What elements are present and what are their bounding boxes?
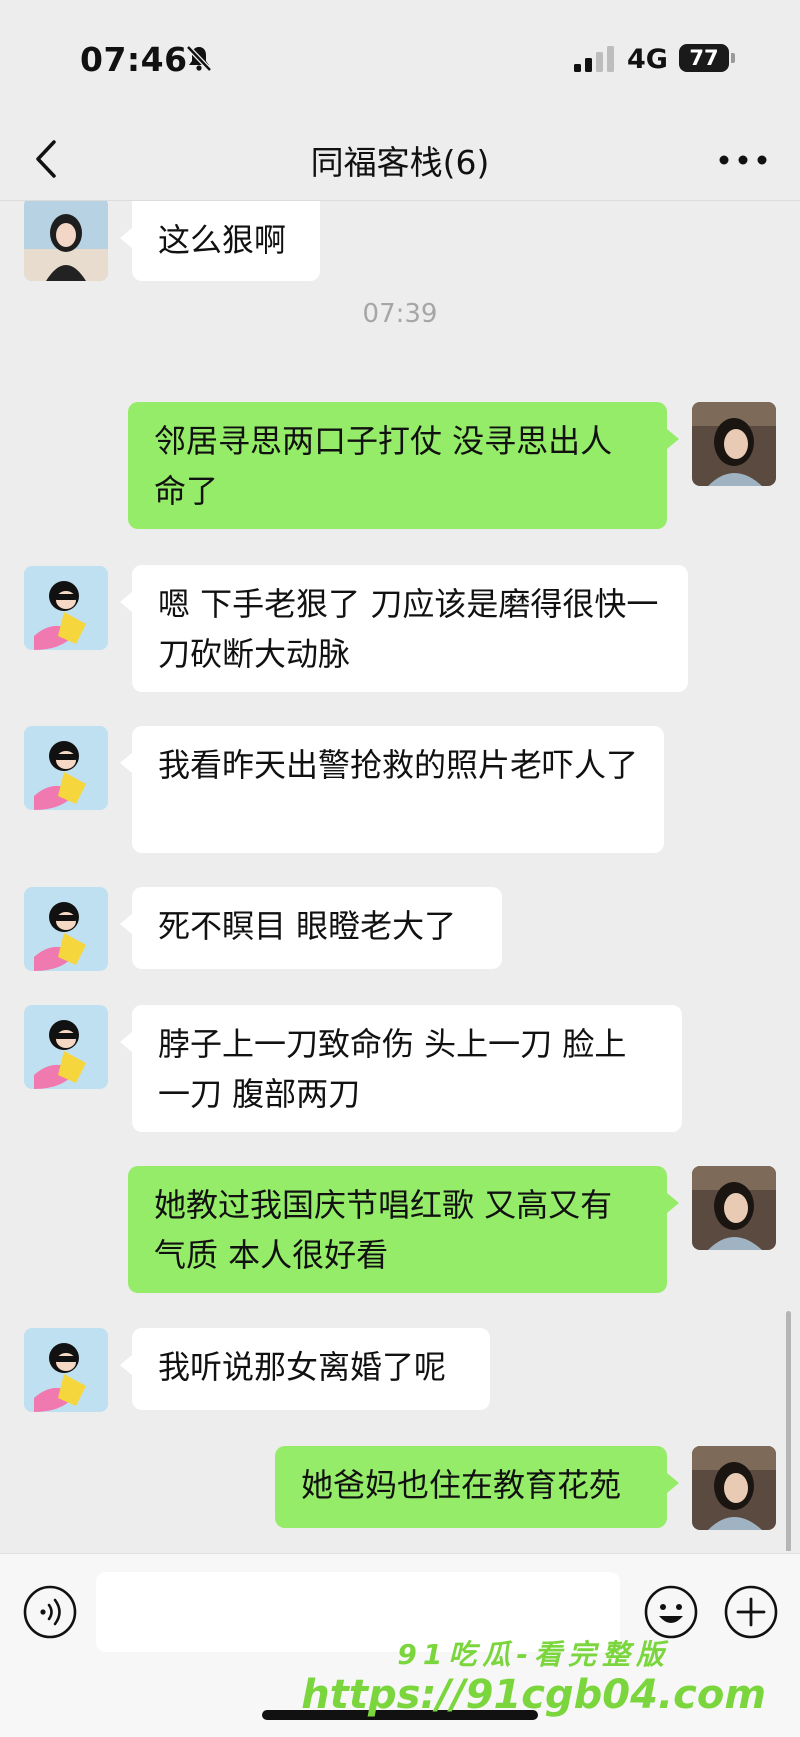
message-text: 她教过我国庆节唱红歌 又高又有气质 本人很好看 xyxy=(154,1186,613,1274)
more-options-icon[interactable] xyxy=(718,154,768,166)
message-list[interactable]: 这么狠啊 07:39 邻居寻思两口子打仗 没寻思出人命了 嗯 下手老狠了 刀应该… xyxy=(0,201,800,1551)
sender-avatar[interactable] xyxy=(24,887,108,971)
message-bubble[interactable]: 邻居寻思两口子打仗 没寻思出人命了 xyxy=(128,402,679,529)
scrollbar[interactable] xyxy=(786,1311,791,1551)
sender-avatar[interactable] xyxy=(24,566,108,650)
message-bubble[interactable]: 我听说那女离婚了呢 xyxy=(120,1328,490,1410)
mute-bell-icon xyxy=(186,45,212,72)
message-text: 死不瞑目 眼瞪老大了 xyxy=(158,907,457,945)
watermark-url: https://91cgb04.com xyxy=(301,1672,766,1718)
message-text: 她爸妈也住在教育花苑 xyxy=(301,1466,622,1504)
message-bubble[interactable]: 嗯 下手老狠了 刀应该是磨得很快一刀砍断大动脉 xyxy=(120,565,688,692)
message-text: 脖子上一刀致命伤 头上一刀 脸上一刀 腹部两刀 xyxy=(158,1025,627,1113)
sender-avatar[interactable] xyxy=(24,1328,108,1412)
signal-icon xyxy=(574,46,614,72)
message-text: 我看昨天出警抢救的照片老吓人了 xyxy=(158,746,639,784)
status-bar: 07:46 4G 77 xyxy=(0,0,800,118)
message-timestamp: 07:39 xyxy=(362,299,438,329)
message-bubble[interactable]: 她教过我国庆节唱红歌 又高又有气质 本人很好看 xyxy=(128,1166,679,1293)
message-bubble[interactable]: 我看昨天出警抢救的照片老吓人了 xyxy=(120,726,664,853)
watermark-line1: 91吃瓜-看完整版 xyxy=(397,1638,670,1671)
emoji-icon[interactable] xyxy=(643,1584,699,1640)
status-time: 07:46 xyxy=(80,40,188,79)
battery-tip xyxy=(731,53,735,63)
message-bubble[interactable]: 这么狠啊 xyxy=(120,201,320,281)
message-text: 这么狠啊 xyxy=(158,221,287,259)
plus-icon[interactable] xyxy=(723,1584,779,1640)
network-type: 4G xyxy=(627,44,668,75)
message-text: 嗯 下手老狠了 刀应该是磨得很快一刀砍断大动脉 xyxy=(158,585,659,673)
message-text: 我听说那女离婚了呢 xyxy=(158,1348,447,1386)
battery-icon: 77 xyxy=(679,44,729,72)
sender-avatar[interactable] xyxy=(24,201,108,281)
sender-avatar[interactable] xyxy=(24,726,108,810)
message-bubble[interactable]: 脖子上一刀致命伤 头上一刀 脸上一刀 腹部两刀 xyxy=(120,1005,682,1132)
chat-header: 同福客栈(6) xyxy=(0,118,800,201)
message-bubble[interactable]: 死不瞑目 眼瞪老大了 xyxy=(120,887,502,969)
my-avatar[interactable] xyxy=(692,1446,776,1530)
my-avatar[interactable] xyxy=(692,1166,776,1250)
voice-icon[interactable] xyxy=(22,1584,78,1640)
my-avatar[interactable] xyxy=(692,402,776,486)
message-text: 邻居寻思两口子打仗 没寻思出人命了 xyxy=(154,422,613,510)
message-bubble[interactable]: 她爸妈也住在教育花苑 xyxy=(275,1446,679,1528)
sender-avatar[interactable] xyxy=(24,1005,108,1089)
chat-title: 同福客栈(6) xyxy=(310,143,490,182)
